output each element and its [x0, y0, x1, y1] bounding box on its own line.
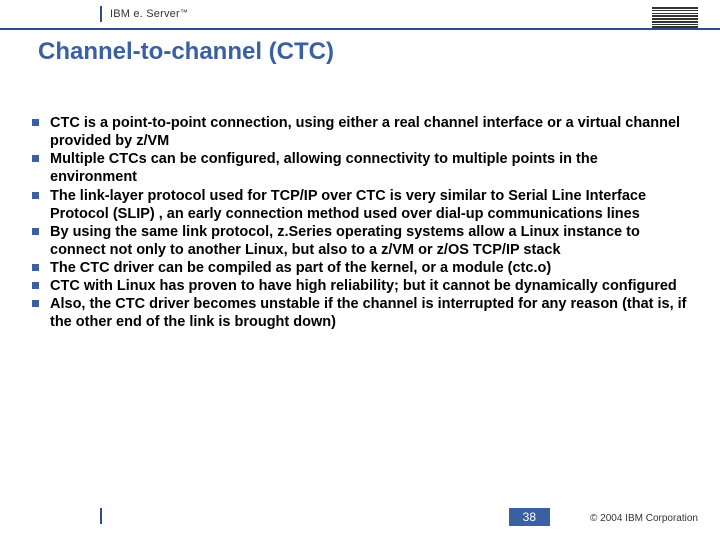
slide-title: Channel-to-channel (CTC) — [0, 30, 720, 66]
list-item: The CTC driver can be compiled as part o… — [32, 259, 688, 277]
slide-header: IBM e. Server™ — [0, 0, 720, 30]
page-number: 38 — [509, 508, 550, 526]
list-item: Also, the CTC driver becomes unstable if… — [32, 295, 688, 331]
slide-footer: 38 © 2004 IBM Corporation — [0, 502, 720, 526]
list-item: CTC is a point-to-point connection, usin… — [32, 114, 688, 150]
header-accent-tick — [100, 6, 102, 22]
copyright-text: © 2004 IBM Corporation — [590, 513, 698, 524]
brand-prefix: IBM e. Server — [110, 8, 180, 20]
list-item: CTC with Linux has proven to have high r… — [32, 277, 688, 295]
list-item: The link-layer protocol used for TCP/IP … — [32, 187, 688, 223]
bullet-list: CTC is a point-to-point connection, usin… — [32, 114, 688, 332]
slide-content: CTC is a point-to-point connection, usin… — [0, 66, 720, 332]
footer-accent-tick — [100, 508, 102, 524]
ibm-logo-icon — [652, 7, 698, 28]
list-item: By using the same link protocol, z.Serie… — [32, 223, 688, 259]
brand-tm: ™ — [180, 8, 188, 17]
list-item: Multiple CTCs can be configured, allowin… — [32, 150, 688, 186]
brand-text: IBM e. Server™ — [110, 8, 188, 20]
